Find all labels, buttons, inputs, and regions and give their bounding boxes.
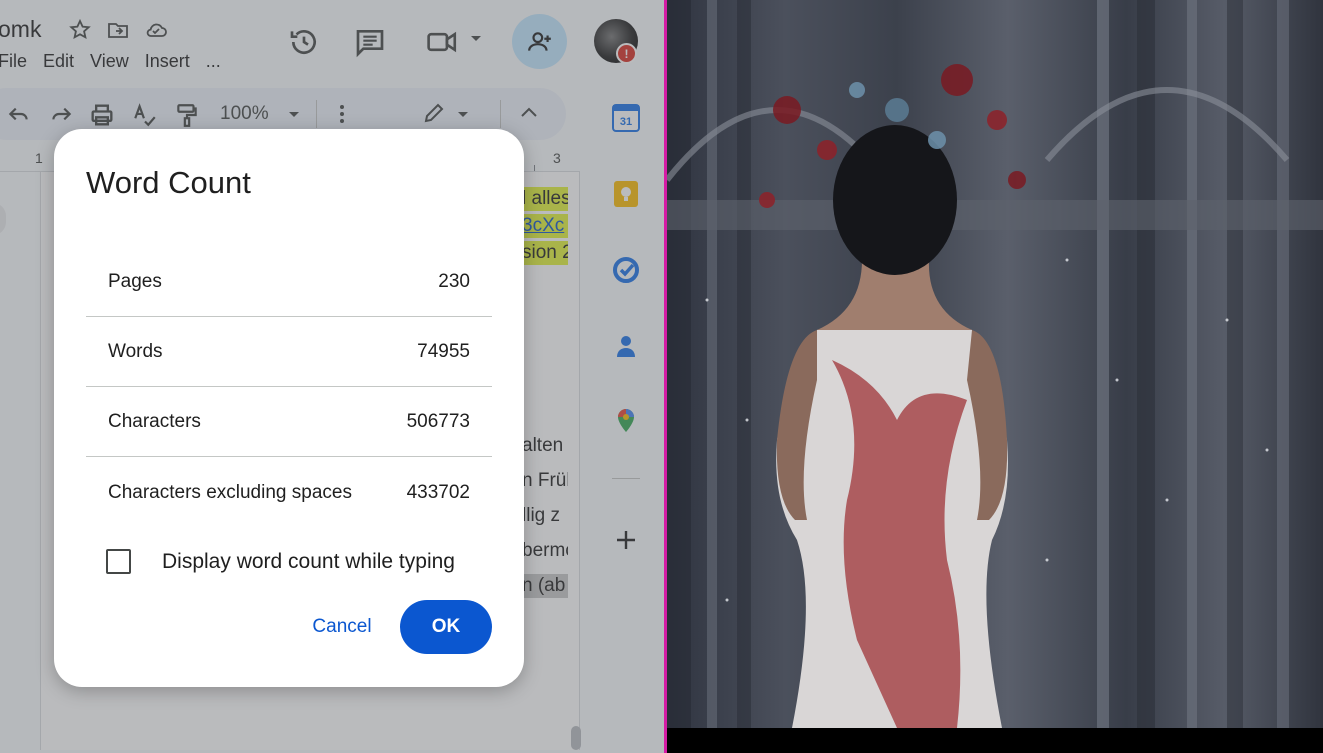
stat-value: 506773 bbox=[406, 410, 470, 432]
checkbox-label[interactable]: Display word count while typing bbox=[162, 550, 455, 574]
display-word-count-option[interactable]: Display word count while typing bbox=[106, 549, 455, 574]
photo bbox=[667, 0, 1323, 728]
ok-button[interactable]: OK bbox=[400, 600, 492, 654]
cancel-button[interactable]: Cancel bbox=[294, 600, 390, 654]
stat-row-characters-no-spaces: Characters excluding spaces 433702 bbox=[86, 458, 492, 528]
photo-viewer bbox=[667, 0, 1323, 728]
stat-label: Words bbox=[108, 340, 163, 362]
stat-value: 433702 bbox=[406, 482, 470, 503]
stat-value: 230 bbox=[438, 270, 470, 292]
google-docs-window: omk File Edit View Insert ... ! 100% 1 3… bbox=[0, 0, 664, 753]
stat-label: Pages bbox=[108, 270, 162, 292]
dialog-title: Word Count bbox=[86, 165, 251, 200]
stat-row-pages: Pages 230 bbox=[86, 247, 492, 317]
stat-row-words: Words 74955 bbox=[86, 317, 492, 387]
stat-value: 74955 bbox=[417, 340, 470, 362]
display-word-count-checkbox[interactable] bbox=[106, 549, 131, 574]
stat-label: Characters excluding spaces bbox=[108, 482, 352, 503]
stat-label: Characters bbox=[108, 410, 201, 432]
word-count-dialog: Word Count Pages 230 Words 74955 Charact… bbox=[54, 129, 524, 687]
letterbox-bar bbox=[667, 728, 1323, 753]
stat-row-characters: Characters 506773 bbox=[86, 387, 492, 457]
